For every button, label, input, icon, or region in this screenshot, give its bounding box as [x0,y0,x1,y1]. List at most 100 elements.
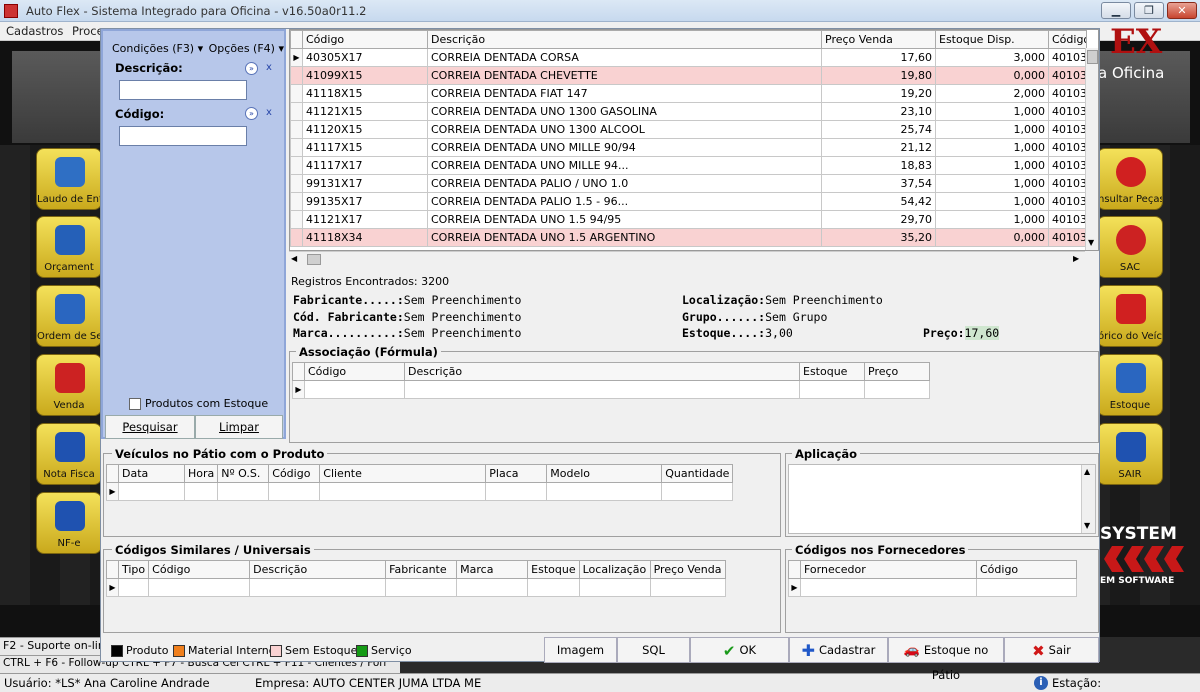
table-row[interactable]: 41099X15 CORREIA DENTADA CHEVETTE 19,80 0,0… [290,66,1087,85]
sim-col-brand[interactable]: Marca [456,560,529,579]
sim-col-price[interactable]: Preço Venda [649,560,726,579]
veh-col-quantity[interactable]: Quantidade [661,464,734,483]
cell-code2: 401035 [1048,102,1087,121]
scroll-down-icon[interactable]: ▼ [1088,238,1094,247]
clear-code-button[interactable]: x [266,107,272,118]
table-row[interactable]: ▶ [106,482,734,501]
col-code2[interactable]: Código [1048,30,1087,49]
products-vertical-scrollbar[interactable]: ▼ [1085,48,1098,250]
table-row[interactable]: 41121X15 CORREIA DENTADA UNO 1300 GASOLIN… [290,102,1087,121]
col-price[interactable]: Preço Venda [821,30,936,49]
legend-product: Produto [126,644,169,657]
sim-col-type[interactable]: Tipo [117,560,150,579]
application-textarea[interactable]: ▲ ▼ [788,464,1096,534]
tab-options[interactable]: Opções (F4) [209,42,275,55]
table-row[interactable]: 41120X15 CORREIA DENTADA UNO 1300 ALCOOL 2… [290,120,1087,139]
clear-button[interactable]: Limpar [195,415,283,439]
clear-description-button[interactable]: x [266,62,272,73]
scroll-down-icon[interactable]: ▼ [1084,521,1090,530]
exit-door-icon [1116,432,1146,462]
code-input[interactable] [119,126,247,146]
veh-col-model[interactable]: Modelo [546,464,663,483]
sim-col-description[interactable]: Descrição [249,560,387,579]
veh-col-date[interactable]: Data [118,464,185,483]
ordem-servico-button[interactable]: Ordem de Se [36,285,102,347]
sair-app-button[interactable]: SAIR [1097,423,1163,485]
products-horizontal-scrollbar[interactable]: ◀ ▶ [289,251,1085,267]
menu-cadastros[interactable]: Cadastros [6,24,63,38]
sql-button[interactable]: SQL [617,637,690,663]
sup-col-supplier[interactable]: Fornecedor [800,560,977,579]
consultar-pecas-button[interactable]: nsultar Peças [1097,148,1163,210]
register-button[interactable]: ✚ Cadastrar [789,637,888,663]
application-scrollbar[interactable]: ▲ ▼ [1081,465,1095,533]
historico-veiculo-button[interactable]: órico do Veículo [1097,285,1163,347]
products-grid: Código Descrição Preço Venda Estoque Dis… [289,29,1099,251]
assoc-col-price[interactable]: Preço [864,362,930,381]
orcamento-button[interactable]: Orçament [36,216,102,278]
restore-button[interactable]: ❐ [1134,2,1164,19]
table-row[interactable]: 41118X34 CORREIA DENTADA UNO 1.5 ARGENTIN… [290,228,1087,247]
supplier-codes-title: Códigos nos Fornecedores [792,543,969,557]
venda-button[interactable]: Venda [36,354,102,416]
veh-col-time[interactable]: Hora [183,464,219,483]
car-calendar-icon [1116,294,1146,324]
sim-col-stock[interactable]: Estoque [527,560,580,579]
table-row[interactable]: ▶ 40305X17 CORREIA DENTADA CORSA 17,60 3,000… [290,48,1087,67]
nfe-button[interactable]: NF-e [36,492,102,554]
veh-col-code[interactable]: Código [268,464,321,483]
minimize-button[interactable]: ▁ [1101,2,1131,19]
image-button[interactable]: Imagem [544,637,617,663]
description-input[interactable] [119,80,247,100]
scroll-up-icon[interactable]: ▲ [1084,467,1090,476]
assoc-col-code[interactable]: Código [304,362,405,381]
col-stock[interactable]: Estoque Disp. [935,30,1049,49]
estoque-button[interactable]: Estoque [1097,354,1163,416]
table-row[interactable]: 99131X17 CORREIA DENTADA PALIO / UNO 1.0 3… [290,174,1087,193]
marca-value: Sem Preenchimento [403,326,522,340]
nota-fiscal-button[interactable]: Nota Fisca [36,423,102,485]
table-row[interactable]: ▶ [106,578,726,597]
indicator-header [106,560,119,579]
col-code[interactable]: Código [302,30,428,49]
col-description[interactable]: Descrição [427,30,822,49]
veh-col-os[interactable]: Nº O.S. [217,464,270,483]
assoc-col-description[interactable]: Descrição [404,362,800,381]
stock-only-checkbox[interactable] [129,398,141,410]
search-button[interactable]: Pesquisar [105,415,195,439]
supplier-codes-grid: Fornecedor Código ▶ [788,560,1077,597]
logo-subtitle: a Oficina [1098,64,1165,82]
sim-col-manufacturer[interactable]: Fabricante [385,560,458,579]
table-row[interactable]: 41118X15 CORREIA DENTADA FIAT 147 19,20 2,0… [290,84,1087,103]
table-row[interactable]: ▶ [292,380,930,399]
table-row[interactable]: ▶ [788,578,1077,597]
scroll-right-icon[interactable]: ▶ [1073,254,1079,263]
table-row[interactable]: 41117X15 CORREIA DENTADA UNO MILLE 90/94 2… [290,138,1087,157]
cell-price: 17,60 [821,48,936,67]
veh-col-plate[interactable]: Placa [485,464,548,483]
assoc-col-stock[interactable]: Estoque [799,362,865,381]
close-button[interactable]: ✕ [1167,2,1197,19]
menu-processos[interactable]: Proce [72,24,104,38]
current-row-icon [290,156,303,175]
ok-button[interactable]: ✔ OK [690,637,789,663]
sim-col-code[interactable]: Código [148,560,251,579]
table-row[interactable]: 41121X17 CORREIA DENTADA UNO 1.5 94/95 29,… [290,210,1087,229]
cell-code2: 401035 [1048,120,1087,139]
laudo-button[interactable]: Laudo de Ent [36,148,102,210]
tab-conditions[interactable]: Condições (F3) [112,42,194,55]
table-row[interactable]: 41117X17 CORREIA DENTADA UNO MILLE 94... 1… [290,156,1087,175]
table-row[interactable]: 99135X17 CORREIA DENTADA PALIO 1.5 - 96..… [290,192,1087,211]
sim-col-location[interactable]: Localização [578,560,651,579]
scroll-left-icon[interactable]: ◀ [291,254,297,263]
veh-col-client[interactable]: Cliente [319,464,487,483]
scroll-thumb[interactable] [1087,50,1098,64]
exit-button[interactable]: ✖ Sair [1004,637,1099,663]
expand-code-icon[interactable]: » [245,107,258,120]
hscroll-thumb[interactable] [307,254,321,265]
expand-description-icon[interactable]: » [245,62,258,75]
sup-col-code[interactable]: Código [976,560,1077,579]
yard-stock-button[interactable]: 🚗 Estoque no Pátio [888,637,1004,682]
sac-button[interactable]: SAC [1097,216,1163,278]
cell-description: CORREIA DENTADA UNO MILLE 90/94 [427,138,822,157]
